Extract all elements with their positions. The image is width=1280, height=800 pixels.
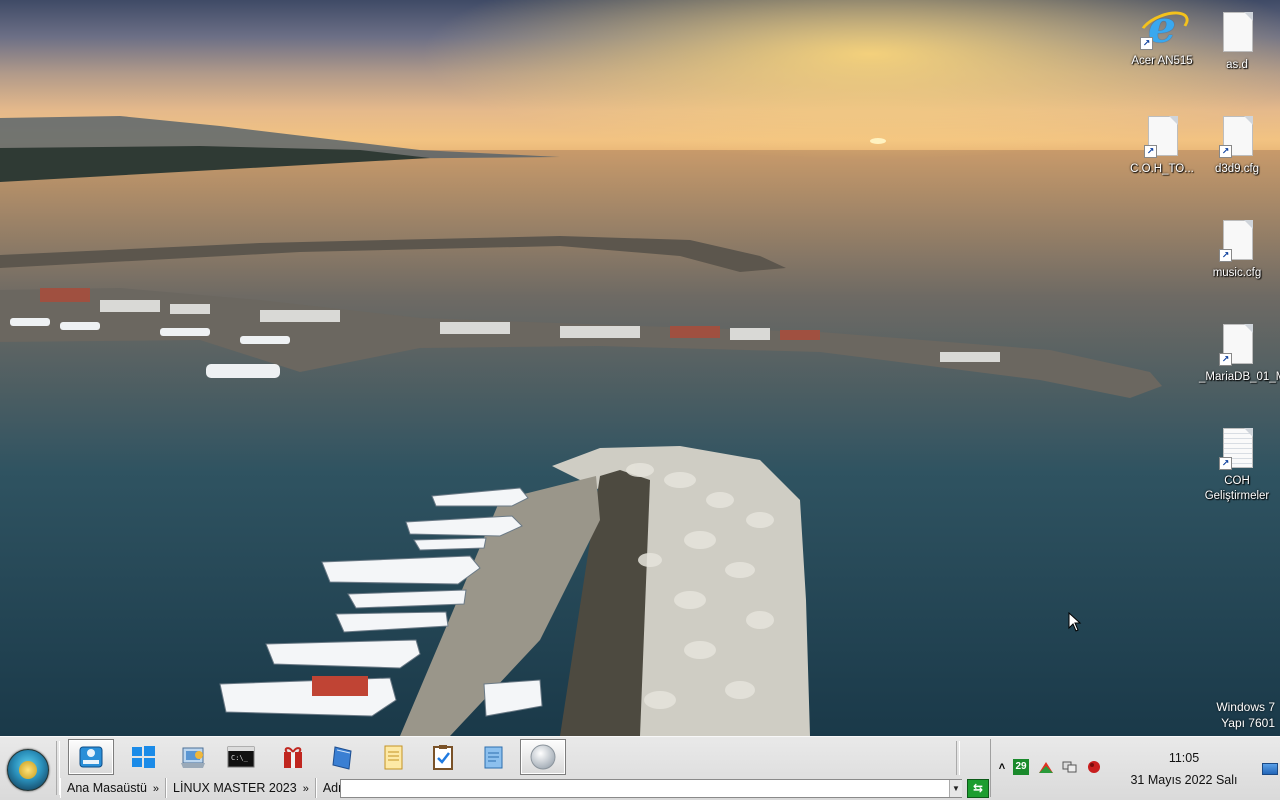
calendar-tray-icon[interactable]: 29: [1013, 759, 1029, 775]
desktop-icon-d3d9-cfg[interactable]: ↗ d3d9.cfg: [1199, 116, 1275, 177]
quicklaunch-clipboard[interactable]: [420, 739, 466, 775]
chevron-right-icon[interactable]: »: [153, 783, 159, 795]
show-desktop-button[interactable]: [1262, 763, 1278, 775]
quicklaunch-notes[interactable]: [470, 739, 516, 775]
file-icon: [1219, 12, 1255, 56]
shortcut-arrow-icon: ↗: [1219, 249, 1232, 262]
quicklaunch-sphere-app[interactable]: [520, 739, 566, 775]
shortcut-arrow-icon: ↗: [1219, 353, 1232, 366]
taskbar-toolbars-row: Ana Masaüstü» LİNUX MASTER 2023» Adres: [60, 777, 362, 799]
toolbar-ana-masaustu[interactable]: Ana Masaüstü »: [60, 778, 167, 798]
notes-icon: [484, 746, 503, 769]
sphere-app-icon: [530, 744, 556, 770]
address-input[interactable]: [340, 779, 962, 798]
file-icon: ↗: [1219, 116, 1255, 160]
desktop-icon-label: d3d9.cfg: [1214, 163, 1260, 175]
quicklaunch-control-panel[interactable]: [170, 739, 216, 775]
quicklaunch-drive[interactable]: [68, 739, 114, 775]
windows-logo-icon: [132, 746, 155, 768]
file-icon: ↗: [1219, 220, 1255, 264]
quicklaunch-gift-app[interactable]: [270, 739, 316, 775]
gift-app-icon: [284, 747, 302, 768]
toolbar-label: Ana Masaüstü: [67, 781, 147, 795]
shortcut-arrow-icon: ↗: [1219, 457, 1232, 470]
desktop[interactable]: e ↗ Acer AN515 as.d ↗ C.O.H_TO... ↗ d3d9…: [0, 0, 1280, 736]
svg-text:C:\_: C:\_: [231, 754, 249, 762]
tray-clock[interactable]: 11:05 31 Mayıs 2022 Salı: [1126, 747, 1242, 791]
start-button[interactable]: [7, 749, 49, 791]
tray-overflow-chevron-icon[interactable]: ˄: [994, 759, 1010, 775]
file-icon: ↗: [1219, 324, 1255, 368]
drive-icon: [79, 746, 103, 768]
desktop-icon-label: COH Geliştirmeler: [1204, 475, 1270, 502]
desktop-icon-label: _MariaDB_01_Mayıs_...: [1199, 371, 1280, 383]
notepad-icon: [384, 745, 403, 770]
shortcut-arrow-icon: ↗: [1144, 145, 1157, 158]
watermark-os: Windows 7: [1216, 700, 1275, 714]
clipboard-check-icon: [433, 745, 453, 770]
desktop-icon-coh-to[interactable]: ↗ C.O.H_TO...: [1124, 116, 1200, 177]
quicklaunch-notebook[interactable]: [320, 739, 366, 775]
desktop-icon-label: C.O.H_TO...: [1130, 163, 1194, 175]
red-app-tray-icon[interactable]: [1086, 759, 1102, 775]
desktop-icon-mariadb[interactable]: ↗ _MariaDB_01_Mayıs_...: [1199, 324, 1280, 385]
chevron-right-icon[interactable]: »: [303, 783, 309, 795]
internet-explorer-icon: e ↗: [1135, 5, 1193, 52]
toolbar-linux-master[interactable]: LİNUX MASTER 2023 »: [166, 778, 316, 798]
watermark-build: Yapı 7601: [1221, 716, 1275, 730]
start-orb-icon: [19, 761, 37, 779]
text-document-icon: ↗: [1219, 428, 1255, 472]
quicklaunch-windows[interactable]: [120, 739, 166, 775]
clock-time: 11:05: [1168, 751, 1200, 765]
address-go-button[interactable]: ⇆: [967, 779, 989, 798]
desktop-icon-coh-gelistirmeler[interactable]: ↗ COH Geliştirmeler: [1199, 428, 1275, 504]
desktop-icon-as-d[interactable]: as.d: [1199, 12, 1275, 73]
taskbar-separator: [956, 741, 960, 775]
file-icon: ↗: [1144, 116, 1180, 160]
network-tray-icon[interactable]: [1062, 759, 1078, 775]
shortcut-arrow-icon: ↗: [1140, 37, 1153, 50]
taskbar: C:\_ Ana Masaüstü » LİNUX MASTER 2023 » …: [0, 736, 1280, 800]
address-dropdown-button[interactable]: ▼: [949, 780, 962, 797]
windows-build-watermark: Windows 7 Yapı 7601: [1216, 699, 1275, 731]
quicklaunch-cmd[interactable]: C:\_: [218, 739, 264, 775]
command-prompt-icon: C:\_: [227, 746, 255, 768]
quicklaunch-notepad[interactable]: [370, 739, 416, 775]
shortcut-arrow-icon: ↗: [1219, 145, 1232, 158]
desktop-icon-label: as.d: [1226, 59, 1248, 71]
desktop-icon-music-cfg[interactable]: ↗ music.cfg: [1199, 220, 1275, 281]
control-panel-icon: [181, 747, 205, 768]
chart-tray-icon[interactable]: [1038, 759, 1054, 775]
wallpaper: [0, 0, 1280, 736]
mouse-cursor-icon: [1068, 612, 1082, 632]
clock-date: 31 Mayıs 2022 Salı: [1130, 773, 1238, 787]
desktop-icon-label: Acer AN515: [1131, 55, 1193, 67]
desktop-icon-acer-an515[interactable]: e ↗ Acer AN515: [1124, 5, 1200, 69]
toolbar-label: LİNUX MASTER 2023: [173, 781, 297, 795]
desktop-icon-label: music.cfg: [1212, 267, 1262, 279]
notebook-icon: [332, 746, 352, 770]
